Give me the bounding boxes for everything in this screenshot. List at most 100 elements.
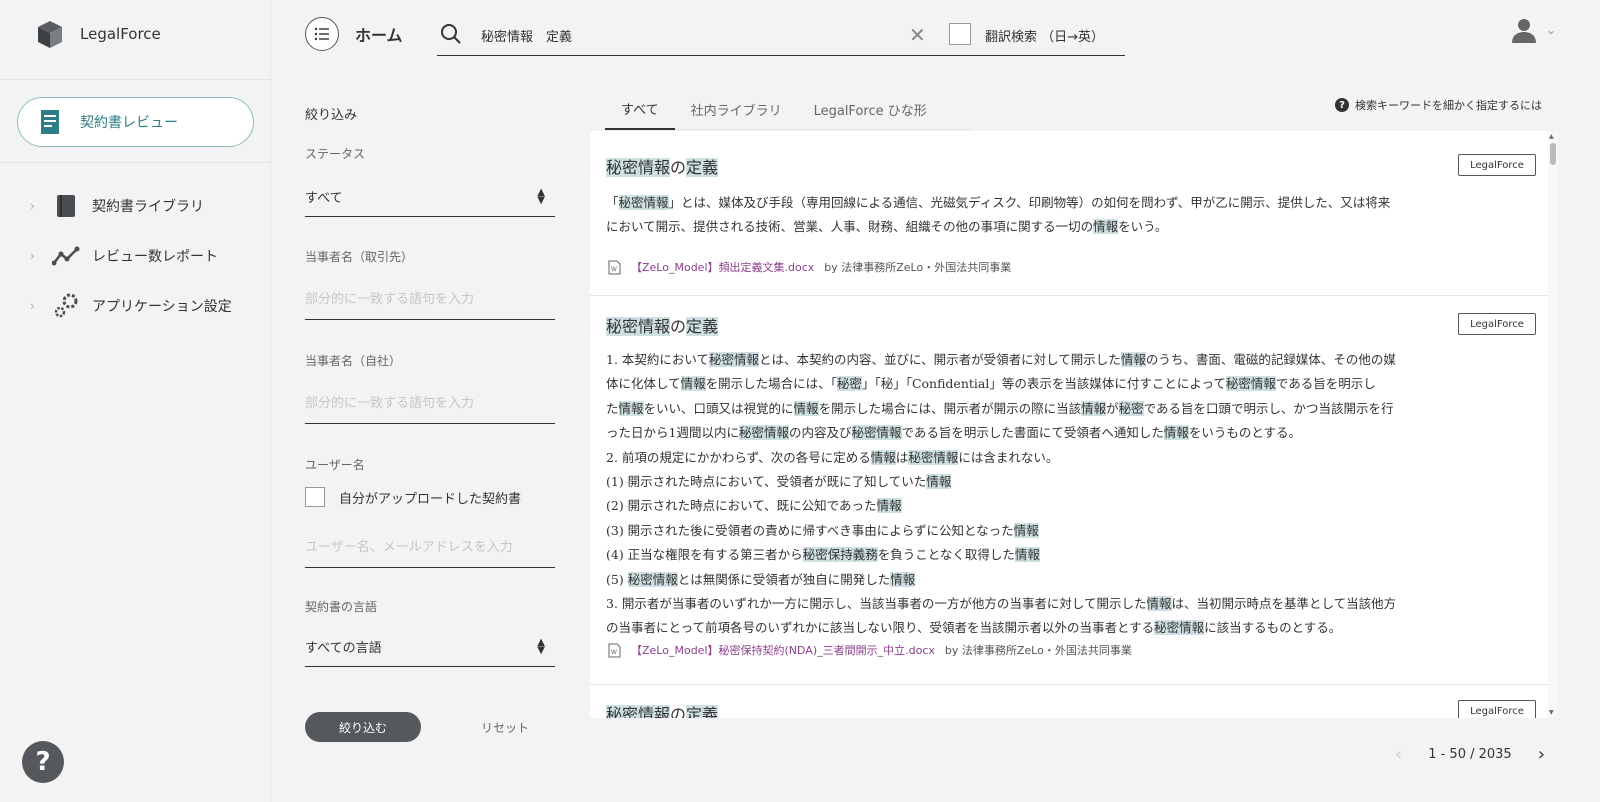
tab-legalforce-templates[interactable]: LegalForce ひな形 bbox=[798, 88, 943, 130]
highlighted-term: 秘密 bbox=[836, 376, 862, 392]
sidebar-item-library[interactable]: › 契約書ライブラリ bbox=[30, 191, 204, 221]
status-select[interactable]: すべて ▲ ▼ bbox=[305, 177, 555, 217]
language-select[interactable]: すべての言語 ▲ ▼ bbox=[305, 627, 555, 667]
highlighted-term: 秘密情報 bbox=[908, 449, 959, 465]
highlighted-term: 情報 bbox=[1093, 219, 1119, 235]
text-segment: とは、本契約の内容、並びに、開示者が受領者に対して開示した bbox=[759, 352, 1121, 367]
highlighted-term: 秘密情報 bbox=[738, 425, 789, 441]
party-client-input[interactable] bbox=[305, 280, 555, 320]
svg-text:W: W bbox=[611, 266, 617, 273]
sidebar-item-label: アプリケーション設定 bbox=[92, 299, 232, 315]
result-line: 体に化体して情報を開示した場合には、「秘密」「秘」「Confidential」等… bbox=[606, 372, 1536, 396]
text-segment: が bbox=[1106, 400, 1119, 416]
sidebar-item-settings[interactable]: › アプリケーション設定 bbox=[30, 291, 232, 321]
tab-all[interactable]: すべて bbox=[605, 88, 675, 130]
user-name-label: ユーザー名 bbox=[305, 458, 365, 472]
apply-filter-button[interactable]: 絞り込む bbox=[305, 712, 421, 742]
results-scrollbar[interactable] bbox=[1548, 131, 1558, 718]
user-menu[interactable]: ⌄ bbox=[1510, 16, 1556, 44]
scroll-down-icon[interactable]: ▼ bbox=[1549, 709, 1554, 716]
text-segment: を開示した場合には、「 bbox=[705, 376, 837, 392]
search-tips-link[interactable]: ? 検索キーワードを細かく指定するには bbox=[1335, 97, 1542, 113]
text-segment: とは無関係に受領者が独自に開発した bbox=[677, 571, 891, 587]
chevron-right-icon: › bbox=[30, 299, 35, 313]
status-value: すべて bbox=[305, 191, 343, 206]
highlighted-term: 秘密情報 bbox=[606, 705, 671, 718]
translate-search-label: 翻訳検索 （日→英） bbox=[985, 30, 1105, 45]
result-line: において開示、提供される技術、営業、人事、財務、組織その他の事項に関する一切の情… bbox=[606, 215, 1536, 239]
result-card[interactable]: 秘密情報の定義 LegalForce 1. 本契約において秘密情報とは、本契約の… bbox=[590, 296, 1555, 685]
highlighted-term: 秘密情報 bbox=[618, 195, 669, 210]
sidebar-divider bbox=[0, 162, 271, 163]
language-label: 契約書の言語 bbox=[305, 600, 378, 614]
contract-review-button[interactable]: 契約書レビュー bbox=[17, 97, 254, 147]
contract-review-label: 契約書レビュー bbox=[80, 115, 178, 131]
result-card[interactable]: 秘密情報の定義 LegalForce bbox=[590, 685, 1555, 718]
own-upload-checkbox[interactable] bbox=[305, 487, 325, 507]
highlighted-term: 情報 bbox=[1013, 522, 1039, 538]
prev-page-icon[interactable]: ‹ bbox=[1395, 744, 1402, 765]
text-segment: (1) 開示された時点において、受領者が既に了知していた bbox=[606, 474, 927, 490]
result-card[interactable]: 秘密情報の定義 LegalForce 「秘密情報」とは、媒体及び手段（専用回線に… bbox=[590, 131, 1555, 296]
text-segment: の bbox=[670, 158, 687, 177]
pagination: ‹ 1 - 50 / 2035 › bbox=[1395, 744, 1545, 765]
gear-icon bbox=[54, 293, 78, 318]
help-button[interactable]: ? bbox=[22, 741, 64, 783]
highlighted-term: 情報 bbox=[1163, 425, 1189, 441]
own-upload-label: 自分がアップロードした契約書 bbox=[339, 492, 522, 507]
text-segment: を負うことなく取得した bbox=[877, 547, 1015, 563]
text-segment: 」とは、媒体及び手段（専用回線による通信、光磁気ディスク、印刷物等）の如何を問わ… bbox=[668, 195, 1391, 210]
text-segment: のうち、書面、電磁的記録媒体、その他の媒 bbox=[1145, 352, 1396, 367]
source-badge: LegalForce bbox=[1458, 154, 1536, 176]
reset-filter-button[interactable]: リセット bbox=[455, 712, 555, 742]
highlighted-term: 情報 bbox=[1014, 547, 1040, 563]
chevron-right-icon: › bbox=[30, 249, 35, 263]
result-file-link[interactable]: 【ZeLo_Model】秘密保持契約(NDA)_三者間開示_中立.docx bbox=[631, 642, 935, 658]
translate-search-checkbox[interactable] bbox=[949, 23, 971, 45]
user-name-input[interactable] bbox=[305, 528, 555, 568]
result-line: (4) 正当な権限を有する第三者から秘密保持義務を負うことなく取得した情報 bbox=[606, 543, 1536, 567]
text-segment: の当事者にとって前項各号のいずれかに該当しない限り、受領者を当該開示者以外の当事… bbox=[606, 620, 1155, 636]
result-line: (5) 秘密情報とは無関係に受領者が独自に開発した情報 bbox=[606, 568, 1536, 592]
source-badge: LegalForce bbox=[1458, 700, 1536, 718]
user-avatar-icon bbox=[1512, 19, 1536, 43]
result-line: (3) 開示された後に受領者の責めに帰すべき事由によらずに公知となった情報 bbox=[606, 519, 1536, 543]
highlighted-term: 秘密情報 bbox=[1225, 376, 1276, 392]
text-segment: (3) 開示された後に受領者の責めに帰すべき事由によらずに公知となった bbox=[606, 522, 1014, 538]
brand-name: LegalForce bbox=[80, 25, 161, 43]
text-segment: 「 bbox=[606, 195, 619, 210]
text-segment: の内容及び bbox=[788, 425, 852, 441]
highlighted-term: 秘密情報 bbox=[851, 425, 902, 441]
text-segment: の bbox=[670, 317, 687, 336]
scroll-up-icon[interactable]: ▲ bbox=[1549, 133, 1554, 140]
result-line: 1. 本契約において秘密情報とは、本契約の内容、並びに、開示者が受領者に対して開… bbox=[606, 348, 1536, 372]
text-segment: をいい、口頭又は視覚的に bbox=[643, 400, 794, 416]
party-own-input[interactable] bbox=[305, 384, 555, 424]
next-page-icon[interactable]: › bbox=[1538, 744, 1545, 765]
brand[interactable]: LegalForce bbox=[34, 16, 161, 52]
search-icon bbox=[441, 24, 461, 44]
highlighted-term: 定義 bbox=[686, 317, 719, 336]
text-segment: である旨を口頭で明示し、かつ当該開示を行 bbox=[1143, 400, 1394, 416]
result-line: 3. 開示者が当事者のいずれか一方に開示し、当該当事者の一方が他方の当事者に対し… bbox=[606, 592, 1536, 616]
result-line: (2) 開示された時点において、既に公知であった情報 bbox=[606, 494, 1536, 518]
result-line: た情報をいい、口頭又は視覚的に情報を開示した場合には、開示者が開示の際に当該情報… bbox=[606, 397, 1536, 421]
search-input[interactable] bbox=[481, 22, 931, 48]
highlighted-term: 情報 bbox=[680, 376, 706, 392]
highlighted-term: 定義 bbox=[686, 705, 719, 718]
text-segment: である旨を明示した書面にて受領者へ通知した bbox=[901, 425, 1164, 441]
menu-button[interactable] bbox=[305, 17, 339, 51]
tab-internal-library[interactable]: 社内ライブラリ bbox=[675, 88, 798, 130]
clear-search-button[interactable]: ✕ bbox=[909, 23, 926, 47]
highlighted-term: 情報 bbox=[618, 400, 644, 416]
scrollbar-thumb[interactable] bbox=[1550, 143, 1556, 165]
select-arrows-icon: ▲ ▼ bbox=[537, 636, 545, 656]
search-tips-label: 検索キーワードを細かく指定するには bbox=[1355, 99, 1542, 112]
text-segment: 2. 前項の規定にかかわらず、次の各号に定める bbox=[606, 449, 871, 465]
result-source: W 【ZeLo_Model】頻出定義文集.docx by 法律事務所ZeLo・外… bbox=[608, 259, 1011, 275]
result-file-link[interactable]: 【ZeLo_Model】頻出定義文集.docx bbox=[631, 259, 814, 275]
text-segment: 体に化体して bbox=[606, 376, 681, 392]
highlighted-term: 定義 bbox=[686, 158, 719, 177]
sidebar-item-report[interactable]: › レビュー数レポート bbox=[30, 241, 218, 271]
highlighted-term: 情報 bbox=[876, 498, 902, 514]
